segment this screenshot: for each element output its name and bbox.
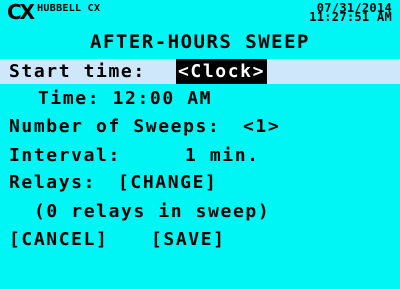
- actions-row: [CANCEL] [SAVE]: [0, 227, 400, 252]
- relays-count: (0 relays in sweep): [34, 201, 271, 222]
- relays-label: Relays:: [9, 172, 109, 193]
- relays-row: Relays: [CHANGE]: [0, 170, 400, 195]
- product-name: HUBBELL CX: [37, 3, 101, 14]
- header-clock: 11:27:51 AM: [309, 10, 392, 24]
- sweeps-row[interactable]: Number of Sweeps: <1>: [0, 114, 400, 139]
- interval-label: Interval:: [9, 145, 121, 166]
- sweeps-value[interactable]: <1>: [243, 114, 280, 139]
- time-row[interactable]: Time: 12:00 AM: [0, 86, 400, 111]
- start-time-value[interactable]: <Clock>: [176, 59, 268, 84]
- interval-value[interactable]: 1 min.: [185, 143, 260, 168]
- relays-count-row: (0 relays in sweep): [0, 199, 400, 224]
- page-title: AFTER-HOURS SWEEP: [90, 31, 310, 53]
- cancel-button[interactable]: [CANCEL]: [9, 227, 109, 252]
- start-time-label: Start time:: [9, 61, 159, 82]
- start-time-row[interactable]: Start time: <Clock>: [0, 59, 400, 84]
- time-label: Time: 12:00 AM: [38, 88, 213, 109]
- change-relays-button[interactable]: [CHANGE]: [118, 170, 218, 195]
- lcd-screen: CX HUBBELL CX 07/31/2014 11:27:51 AM AFT…: [0, 0, 400, 289]
- cx-logo: CX: [7, 0, 35, 24]
- sweeps-label: Number of Sweeps:: [9, 116, 233, 137]
- save-button[interactable]: [SAVE]: [151, 227, 226, 252]
- header-brand: CX HUBBELL CX: [7, 2, 100, 22]
- interval-row[interactable]: Interval: 1 min.: [0, 143, 400, 168]
